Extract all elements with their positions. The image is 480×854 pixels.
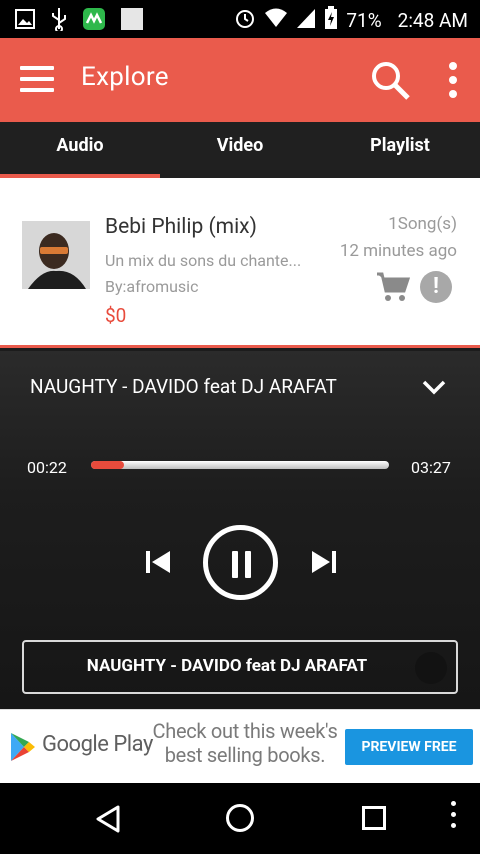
system-nav-bar: [0, 783, 480, 854]
seek-progress: [91, 461, 124, 469]
total-time: 03:27: [411, 458, 451, 477]
seek-bar[interactable]: [91, 461, 389, 469]
more-vert-icon[interactable]: [440, 58, 466, 102]
page-title: Explore: [81, 62, 169, 92]
chevron-down-icon[interactable]: [421, 375, 447, 399]
alarm-icon: [234, 7, 256, 34]
item-title: Bebi Philip (mix): [105, 215, 257, 239]
tab-video[interactable]: Video: [160, 122, 320, 178]
app-notification-icon: [82, 7, 106, 35]
now-playing-title: NAUGHTY - DAVIDO feat DJ ARAFAT: [30, 375, 337, 398]
item-description: Un mix du sons du chante...: [105, 251, 302, 270]
ad-brand: Google Play: [42, 732, 153, 757]
ad-banner[interactable]: Google Play Check out this week's best s…: [0, 709, 480, 783]
album-thumbnail: [22, 221, 90, 289]
search-icon[interactable]: [368, 58, 412, 102]
current-time: 00:22: [27, 458, 67, 477]
tab-audio[interactable]: Audio: [0, 122, 160, 178]
pause-button[interactable]: [203, 525, 278, 600]
recents-icon[interactable]: [362, 806, 386, 830]
tab-playlist[interactable]: Playlist: [320, 122, 480, 178]
wifi-icon: [264, 7, 288, 34]
battery-charging-icon: [324, 6, 338, 35]
pause-icon: [232, 551, 238, 578]
clock: 2:48 AM: [397, 9, 468, 32]
status-bar: 71% 2:48 AM: [0, 0, 480, 38]
google-play-logo-icon: [10, 732, 36, 762]
item-price: $0: [105, 304, 127, 327]
cart-icon[interactable]: [376, 271, 411, 303]
overflow-icon[interactable]: [447, 801, 459, 837]
tab-bar: Audio Video Playlist: [0, 122, 480, 178]
cell-signal-icon: [296, 7, 316, 34]
now-playing-marquee: NAUGHTY - DAVIDO feat DJ ARAFAT: [86, 656, 368, 676]
preview-free-button[interactable]: PREVIEW FREE: [345, 729, 473, 765]
mini-player-indicator: [415, 652, 447, 684]
app-bar: Explore: [0, 38, 480, 122]
battery-percent: 71%: [346, 9, 382, 32]
now-playing-bar[interactable]: NAUGHTY - DAVIDO feat DJ ARAFAT: [22, 640, 458, 694]
item-author: By:afromusic: [105, 277, 199, 296]
image-icon: [14, 8, 36, 34]
music-player: NAUGHTY - DAVIDO feat DJ ARAFAT 00:22 03…: [0, 351, 480, 709]
skip-previous-icon[interactable]: [143, 549, 173, 575]
song-count: 1Song(s): [388, 214, 457, 234]
list-item[interactable]: Bebi Philip (mix) Un mix du sons du chan…: [0, 178, 480, 348]
menu-icon[interactable]: [20, 66, 54, 94]
home-icon[interactable]: [226, 804, 254, 832]
back-icon[interactable]: [92, 803, 124, 835]
posted-time: 12 minutes ago: [339, 241, 457, 261]
blank-notification-icon: [120, 7, 144, 35]
usb-icon: [50, 7, 68, 35]
skip-next-icon[interactable]: [309, 549, 339, 575]
ad-message: Check out this week's best selling books…: [152, 719, 338, 767]
info-icon[interactable]: !: [420, 271, 452, 303]
